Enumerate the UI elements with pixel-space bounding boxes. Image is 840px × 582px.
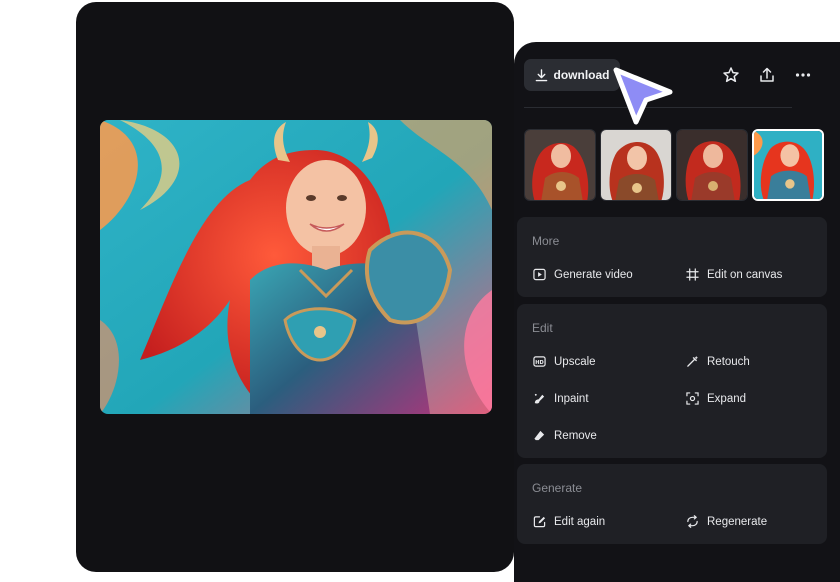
edit-again-label: Edit again	[554, 515, 606, 528]
main-image[interactable]	[100, 120, 492, 414]
retouch-label: Retouch	[707, 355, 750, 368]
thumbnail-strip	[524, 129, 824, 201]
thumbnail-image	[754, 131, 822, 199]
refresh-icon	[687, 515, 698, 528]
download-icon	[535, 68, 547, 81]
expand-button[interactable]: Expand	[686, 392, 746, 405]
inpaint-label: Inpaint	[554, 392, 589, 405]
side-panel: download More Generate video Edit on can…	[514, 42, 840, 582]
more-icon[interactable]	[794, 66, 812, 84]
edit-on-canvas-button[interactable]: Edit on canvas	[686, 268, 782, 281]
download-label: download	[553, 68, 610, 82]
generated-image	[100, 120, 492, 414]
edit-on-canvas-label: Edit on canvas	[707, 268, 783, 281]
more-section-title: More	[532, 234, 560, 248]
generate-video-label: Generate video	[554, 268, 633, 281]
thumbnail-image	[601, 130, 671, 200]
edit-section: Edit HD Upscale Retouch Inpaint Expand R…	[517, 304, 827, 458]
star-icon[interactable]	[722, 66, 740, 84]
edit-again-button[interactable]: Edit again	[533, 515, 605, 528]
remove-button[interactable]: Remove	[533, 429, 597, 442]
remove-label: Remove	[554, 429, 597, 442]
retouch-button[interactable]: Retouch	[686, 355, 750, 368]
canvas-icon	[686, 268, 699, 281]
thumbnail-4-selected[interactable]	[752, 129, 824, 201]
expand-label: Expand	[707, 392, 747, 405]
regenerate-label: Regenerate	[707, 515, 768, 528]
thumbnail-1[interactable]	[524, 129, 596, 201]
download-button[interactable]: download	[524, 59, 620, 91]
magic-wand-icon	[687, 355, 699, 367]
hd-icon: HD	[533, 356, 546, 367]
generate-section-title: Generate	[532, 481, 583, 495]
image-viewer	[76, 2, 514, 572]
inpaint-button[interactable]: Inpaint	[533, 392, 589, 405]
thumbnail-image	[525, 130, 595, 200]
inpaint-icon	[534, 393, 545, 404]
edit-section-title: Edit	[532, 321, 553, 335]
eraser-icon	[534, 430, 545, 441]
expand-icon	[686, 392, 699, 405]
upscale-label: Upscale	[554, 355, 596, 368]
generate-video-button[interactable]: Generate video	[533, 268, 633, 281]
edit-icon	[533, 516, 546, 528]
more-section: More Generate video Edit on canvas	[517, 217, 827, 297]
pointer-cursor-icon	[613, 67, 673, 125]
thumbnail-3[interactable]	[676, 129, 748, 201]
video-icon	[533, 268, 546, 281]
svg-text:HD: HD	[535, 360, 544, 366]
thumbnail-2[interactable]	[600, 129, 672, 201]
share-icon[interactable]	[758, 66, 776, 84]
regenerate-button[interactable]: Regenerate	[686, 515, 767, 528]
generate-section: Generate Edit again Regenerate	[517, 464, 827, 544]
thumbnail-image	[677, 130, 747, 200]
upscale-button[interactable]: HD Upscale	[533, 355, 596, 368]
